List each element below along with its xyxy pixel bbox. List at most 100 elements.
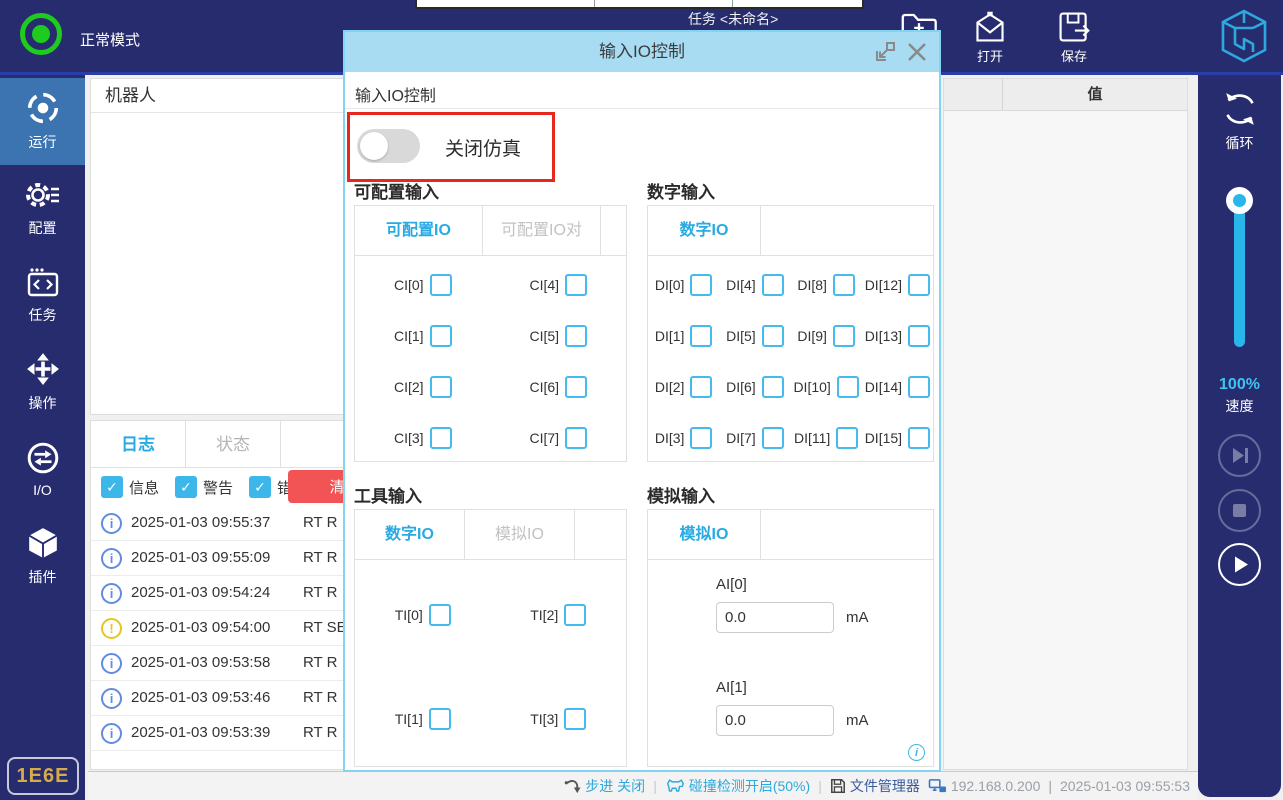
dialog-titlebar[interactable]: 输入IO控制 [345, 32, 939, 72]
sidebar-item-plugin[interactable]: 插件 [0, 513, 85, 600]
io-checkbox-DI[9][interactable] [833, 325, 855, 347]
io-checkbox-TI[1][interactable] [429, 708, 451, 730]
io-cell: CI[7] [491, 412, 627, 463]
tab-log[interactable]: 日志 [91, 421, 186, 467]
sidebar-item-config[interactable]: 配置 [0, 165, 85, 252]
io-cell: CI[2] [355, 361, 491, 412]
sidebar-item-run[interactable]: 运行 [0, 78, 85, 165]
error-code-badge[interactable]: 1E6E [7, 757, 79, 795]
io-checkbox-CI[0][interactable] [430, 274, 452, 296]
log-message: RT R [303, 514, 337, 531]
io-label: DI[10] [793, 379, 830, 395]
collision-dog-icon [665, 778, 685, 794]
ai1-input[interactable] [716, 705, 834, 736]
close-icon [905, 40, 929, 64]
info-checkbox[interactable]: ✓ [101, 476, 123, 498]
io-cell: DI[15] [862, 412, 933, 463]
sidebar-item-operate[interactable]: 操作 [0, 339, 85, 426]
io-cell: TI[0] [355, 563, 491, 667]
save-button[interactable]: 保存 [1056, 10, 1092, 65]
io-label: CI[6] [529, 379, 559, 395]
io-checkbox-CI[4][interactable] [565, 274, 587, 296]
io-checkbox-DI[5][interactable] [762, 325, 784, 347]
io-cell: DI[2] [648, 361, 719, 412]
io-checkbox-DI[14][interactable] [908, 376, 930, 398]
io-checkbox-DI[3][interactable] [690, 427, 712, 449]
io-checkbox-DI[2][interactable] [690, 376, 712, 398]
left-sidebar: 运行 配置 任务 操作 [0, 75, 85, 800]
tab-analog-io[interactable]: 模拟IO [648, 510, 761, 559]
io-label: DI[1] [655, 328, 685, 344]
io-checkbox-CI[5][interactable] [565, 325, 587, 347]
dialog-title: 输入IO控制 [345, 32, 939, 72]
ai0-input[interactable] [716, 602, 834, 633]
io-checkbox-TI[0][interactable] [429, 604, 451, 626]
resize-icon [873, 40, 897, 64]
tab-tool-digital-io[interactable]: 数字IO [355, 510, 465, 559]
collision-detection-status[interactable]: 碰撞检测开启(50%) [665, 776, 810, 796]
tool-io-panel: 数字IO 模拟IO TI[0]TI[2]TI[1]TI[3] [354, 509, 627, 767]
simulation-toggle[interactable] [357, 129, 420, 163]
io-checkbox-CI[1][interactable] [430, 325, 452, 347]
io-checkbox-DI[12][interactable] [908, 274, 930, 296]
io-checkbox-DI[15][interactable] [908, 427, 930, 449]
resize-dialog-button[interactable] [873, 40, 897, 69]
stop-button[interactable] [1218, 489, 1261, 532]
status-bar: 步进 关闭 | 碰撞检测开启(50%) | 文件管理器 192.168.0.2 [88, 771, 1198, 800]
step-mode-status[interactable]: 步进 关闭 [564, 776, 645, 796]
speed-slider-track[interactable] [1234, 197, 1245, 347]
io-checkbox-DI[8][interactable] [833, 274, 855, 296]
simulation-toggle-label: 关闭仿真 [445, 134, 521, 161]
sidebar-item-io[interactable]: I/O [0, 426, 85, 513]
separator: | [818, 778, 822, 794]
tab-tool-analog-io[interactable]: 模拟IO [465, 510, 575, 559]
io-checkbox-CI[2][interactable] [430, 376, 452, 398]
io-cell: DI[14] [862, 361, 933, 412]
tab-configurable-io[interactable]: 可配置IO [355, 206, 483, 255]
io-cell: CI[4] [491, 259, 627, 310]
io-checkbox-DI[0][interactable] [690, 274, 712, 296]
speed-slider-thumb[interactable] [1226, 187, 1253, 214]
io-checkbox-CI[6][interactable] [565, 376, 587, 398]
play-button[interactable] [1218, 543, 1261, 586]
sidebar-item-label: 插件 [29, 567, 57, 587]
io-checkbox-TI[2][interactable] [564, 604, 586, 626]
error-checkbox[interactable]: ✓ [249, 476, 271, 498]
log-message: RT R [303, 724, 337, 741]
io-checkbox-DI[1][interactable] [690, 325, 712, 347]
variable-value-panel: 值 [943, 78, 1188, 770]
io-cell: CI[0] [355, 259, 491, 310]
io-checkbox-DI[4][interactable] [762, 274, 784, 296]
io-cell: DI[3] [648, 412, 719, 463]
io-checkbox-DI[10][interactable] [837, 376, 859, 398]
tab-digital-io[interactable]: 数字IO [648, 206, 761, 255]
step-forward-button[interactable] [1218, 434, 1261, 477]
info-icon[interactable]: i [908, 744, 925, 761]
open-label: 打开 [977, 46, 1003, 65]
analog-io-panel: 模拟IO AI[0] mA AI[1] mA i [647, 509, 934, 767]
io-checkbox-DI[13][interactable] [908, 325, 930, 347]
warning-icon: ! [101, 618, 122, 639]
tab-status[interactable]: 状态 [186, 421, 281, 467]
warning-checkbox[interactable]: ✓ [175, 476, 197, 498]
io-checkbox-TI[3][interactable] [564, 708, 586, 730]
close-dialog-button[interactable] [905, 40, 929, 69]
io-checkbox-CI[7][interactable] [565, 427, 587, 449]
loop-mode-button[interactable]: 循环 [1198, 89, 1281, 153]
sidebar-item-task[interactable]: 任务 [0, 252, 85, 339]
io-label: CI[2] [394, 379, 424, 395]
io-checkbox-CI[3][interactable] [430, 427, 452, 449]
gear-icon [25, 179, 61, 211]
io-checkbox-DI[11][interactable] [836, 427, 858, 449]
io-checkbox-DI[6][interactable] [762, 376, 784, 398]
sidebar-item-label: 运行 [29, 132, 57, 152]
open-button[interactable]: 打开 [972, 10, 1008, 65]
cube-icon [26, 526, 60, 560]
io-checkbox-DI[7][interactable] [762, 427, 784, 449]
info-icon: i [101, 548, 122, 569]
file-manager-button[interactable]: 文件管理器 [830, 776, 920, 796]
io-cell: CI[5] [491, 310, 627, 361]
tab-configurable-io-pair[interactable]: 可配置IO对 [483, 206, 601, 255]
io-label: DI[2] [655, 379, 685, 395]
log-time: 2025-01-03 09:54:24 [131, 584, 270, 601]
